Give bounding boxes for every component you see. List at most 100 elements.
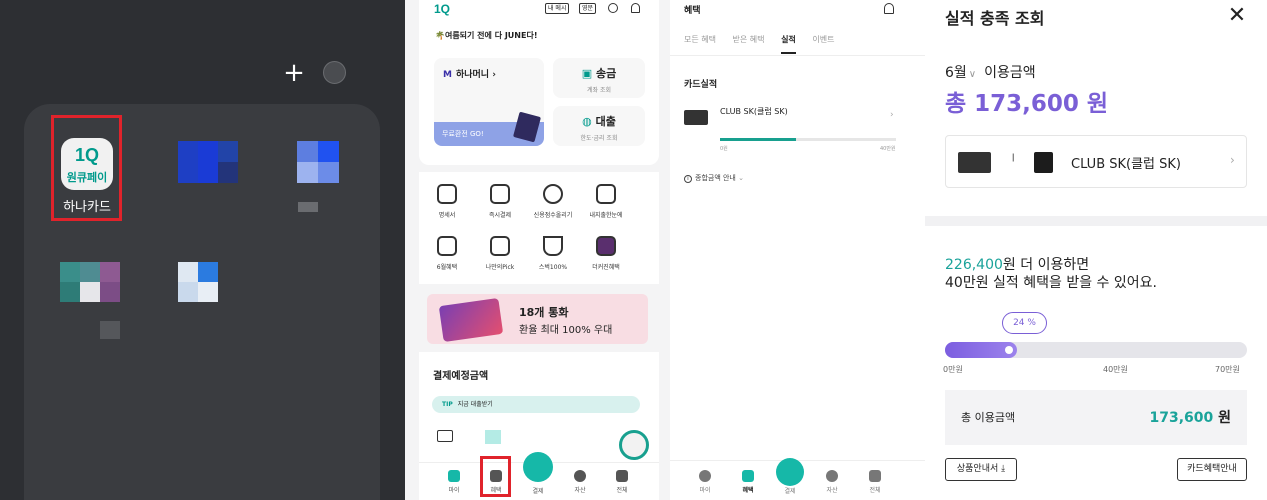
- tab-received-benefits[interactable]: 받은 혜택: [733, 35, 765, 44]
- progress-track: [945, 342, 1247, 358]
- tab-performance[interactable]: 실적: [781, 35, 796, 54]
- tab-events[interactable]: 이벤트: [812, 35, 834, 44]
- close-icon[interactable]: ✕: [1227, 5, 1247, 27]
- search-icon[interactable]: [608, 3, 618, 13]
- month-selector[interactable]: 6월 ∨ 이용금액: [945, 62, 1036, 82]
- total-amount: 총 173,600 원: [945, 91, 1109, 117]
- pay-qr-button[interactable]: [776, 458, 804, 486]
- hana-money-title: M 하나머니 ›: [443, 70, 496, 80]
- remaining-message: 226,400원 더 이용하면 40만원 실적 혜택을 받을 수 있어요.: [945, 257, 1157, 291]
- shortcut-june-benefit[interactable]: 6월혜택: [419, 236, 475, 271]
- usage-label: 이용금액: [984, 65, 1036, 81]
- highlight-box: [51, 115, 122, 221]
- pay-qr-button[interactable]: [523, 452, 553, 482]
- blurred-app-icon[interactable]: [178, 262, 218, 302]
- chevron-down-icon: ∨: [968, 69, 977, 80]
- performance-bar-fill: [720, 138, 796, 141]
- benefits-panel: 혜택 모든 혜택 받은 혜택 실적 이벤트 카드실적 CLUB SK(클럽 SK…: [670, 0, 925, 500]
- shortcut-starbucks[interactable]: 스벅100%: [525, 236, 581, 271]
- instant-pay-icon: [490, 184, 510, 204]
- card-name[interactable]: CLUB SK(클럽 SK): [720, 106, 788, 117]
- my-icon: [699, 470, 711, 482]
- payment-title: 결제예정금액: [433, 371, 489, 382]
- masked-card-thumb: [1034, 152, 1053, 173]
- shortcut-grid: 명세서 즉시결제 신용점수올리기 내지출한눈에 6월혜택 나만의Pick 스벅1…: [419, 172, 659, 284]
- hana-money-card[interactable]: M 하나머니 › 무료환전 GO!: [434, 58, 544, 146]
- blurred-app-icon[interactable]: [297, 141, 339, 183]
- blurred-label: [298, 202, 318, 212]
- card-select-row[interactable]: ㅣ CLUB SK(클럽 SK) ›: [945, 135, 1247, 188]
- shortcut-instant-pay[interactable]: 즉시결제: [472, 184, 528, 219]
- tick-0: 0만원: [943, 365, 963, 374]
- blurred-app-icon[interactable]: [60, 262, 120, 302]
- chevron-down-icon: ⌄: [738, 174, 744, 182]
- blurred-value: [485, 430, 501, 444]
- payment-section: 결제예정금액 TIP 지금 대출받기: [419, 352, 659, 462]
- tick-70: 70만원: [1215, 365, 1240, 374]
- banner-subtitle: 환율 최대 100% 우대: [519, 325, 613, 336]
- transfer-card[interactable]: ▣ 송금 계좌 조회: [553, 58, 645, 98]
- shortcut-bigger-benefit[interactable]: 더커진혜택: [578, 236, 634, 271]
- shortcut-statement[interactable]: 명세서: [419, 184, 475, 219]
- tab-benefit[interactable]: 혜택: [733, 470, 763, 494]
- performance-inquiry-panel: 실적 충족 조회 ✕ 6월 ∨ 이용금액 총 173,600 원 ㅣ CLUB SK…: [925, 0, 1267, 500]
- tab-asset[interactable]: 자산: [817, 470, 847, 494]
- blurred-app-icon[interactable]: [178, 141, 238, 183]
- tab-my[interactable]: 마이: [439, 470, 469, 494]
- tab-all[interactable]: 전체: [860, 470, 890, 494]
- loan-card[interactable]: ◍ 대출 한도·금리 조회: [553, 106, 645, 146]
- spending-icon: [596, 184, 616, 204]
- tab-my[interactable]: 마이: [690, 470, 720, 494]
- info-icon: i: [684, 175, 692, 183]
- loan-icon: ◍: [582, 115, 592, 128]
- highlight-box: [480, 456, 511, 497]
- chevron-right-icon[interactable]: ›: [890, 110, 894, 120]
- total-info-link[interactable]: i 종합금액 안내 ⌄: [684, 173, 744, 183]
- product-guide-button[interactable]: 상품안내서 ⤓: [945, 458, 1017, 481]
- hana-money-logo-icon: M: [443, 70, 452, 80]
- bell-icon[interactable]: [884, 3, 894, 14]
- progress-knob: [1005, 346, 1013, 354]
- transfer-icon: ▣: [581, 67, 593, 80]
- benefits-header: 혜택: [684, 6, 701, 16]
- pick-icon: [490, 236, 510, 256]
- top-button-english[interactable]: 영문: [579, 3, 597, 14]
- wallet-icon: [437, 430, 453, 442]
- top-button-message[interactable]: 내 메시: [545, 3, 570, 14]
- tab-asset[interactable]: 자산: [565, 470, 595, 494]
- performance-bar: [720, 138, 896, 141]
- tick-40: 40만원: [1103, 365, 1128, 374]
- hana-app-home-panel: 1Q 내 메시 영문 🌴여름되기 전에 다 JUNE다! M 하나머니 › 무료환…: [405, 0, 670, 500]
- masked-mark: ㅣ: [1009, 154, 1018, 164]
- add-icon[interactable]: +: [283, 60, 305, 86]
- total-usage-box: 총 이용금액 173,600 원: [945, 390, 1247, 445]
- sum-label: 총 이용금액: [961, 411, 1016, 424]
- chatbot-icon[interactable]: [619, 430, 649, 460]
- asset-icon: [574, 470, 586, 482]
- shortcut-my-pick[interactable]: 나만의Pick: [472, 236, 528, 271]
- card-image: [958, 152, 991, 173]
- banner-title: 18개 통화: [519, 306, 569, 319]
- credit-score-icon: [543, 184, 563, 204]
- home-screen-panel: + 1Q 원큐페이 하나카드: [0, 0, 405, 500]
- tip-bar[interactable]: TIP 지금 대출받기: [432, 396, 640, 413]
- coffee-icon: [543, 236, 563, 256]
- benefit-icon: [742, 470, 754, 482]
- shortcut-credit-score[interactable]: 신용점수올리기: [525, 184, 581, 219]
- profile-dot-icon[interactable]: [323, 61, 346, 84]
- asset-icon: [826, 470, 838, 482]
- app-logo: 1Q: [434, 2, 451, 16]
- card-stack-icon: [596, 236, 616, 256]
- slogan-text: 🌴여름되기 전에 다 JUNE다!: [435, 31, 538, 40]
- card-benefit-button[interactable]: 카드혜택안내: [1177, 458, 1247, 481]
- remaining-amount: 226,400: [945, 257, 1003, 273]
- card-performance-title: 카드실적: [684, 80, 718, 90]
- tab-all[interactable]: 전체: [607, 470, 637, 494]
- bell-icon[interactable]: [631, 3, 640, 13]
- exchange-banner[interactable]: 18개 통화 환율 최대 100% 우대: [427, 294, 648, 344]
- section-divider: [925, 216, 1267, 226]
- tab-pay[interactable]: 결제: [523, 483, 553, 495]
- tab-all-benefits[interactable]: 모든 혜택: [684, 35, 716, 44]
- shortcut-spending[interactable]: 내지출한눈에: [578, 184, 634, 219]
- statement-icon: [437, 184, 457, 204]
